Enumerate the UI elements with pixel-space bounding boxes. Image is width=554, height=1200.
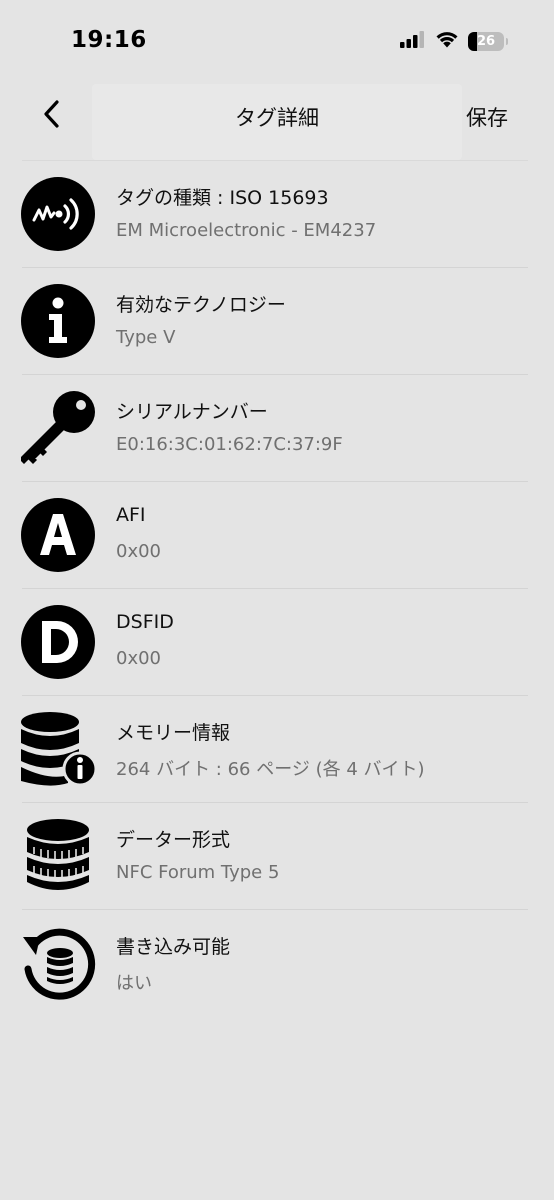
wifi-icon bbox=[435, 30, 459, 52]
item-value: 264 バイト : 66 ページ (各 4 バイト) bbox=[116, 759, 425, 780]
battery-level: 26 bbox=[476, 33, 496, 49]
letter-d-icon bbox=[20, 604, 96, 680]
item-value: はい bbox=[116, 973, 152, 994]
letter-a-icon bbox=[20, 497, 96, 573]
item-label: タグの種類 : ISO 15693 bbox=[116, 187, 329, 209]
save-button[interactable]: 保存 bbox=[466, 102, 508, 132]
list-item-dsfid[interactable]: DSFID 0x00 bbox=[20, 588, 528, 695]
database-info-icon bbox=[20, 711, 96, 787]
item-label: 書き込み可能 bbox=[116, 936, 231, 958]
nav-bar: タグ詳細 保存 bbox=[0, 84, 554, 160]
info-icon bbox=[20, 283, 96, 359]
item-label: シリアルナンバー bbox=[116, 401, 268, 423]
item-value: EM Microelectronic - EM4237 bbox=[116, 220, 377, 241]
item-value: NFC Forum Type 5 bbox=[116, 862, 280, 883]
list-item-memory-info[interactable]: メモリー情報 264 バイト : 66 ページ (各 4 バイト) bbox=[20, 695, 528, 802]
list-item-writable[interactable]: 書き込み可能 はい bbox=[22, 909, 528, 1016]
item-value: Type V bbox=[116, 327, 176, 348]
list-item-afi[interactable]: AFI 0x00 bbox=[20, 481, 528, 588]
status-time: 19:16 bbox=[71, 27, 147, 53]
list-item-serial-number[interactable]: シリアルナンバー E0:16:3C:01:62:7C:37:9F bbox=[20, 374, 528, 481]
item-label: DSFID bbox=[116, 611, 174, 633]
status-icons: 26 bbox=[400, 29, 508, 53]
battery-icon: 26 bbox=[468, 31, 504, 51]
item-label: 有効なテクノロジー bbox=[116, 294, 286, 316]
item-label: AFI bbox=[116, 504, 146, 526]
battery-tip bbox=[506, 37, 508, 45]
key-icon bbox=[20, 390, 96, 466]
database-icon bbox=[20, 818, 96, 894]
item-value: 0x00 bbox=[116, 648, 162, 669]
list-item-tag-type[interactable]: タグの種類 : ISO 15693 EM Microelectronic - E… bbox=[20, 160, 528, 267]
tag-info-list: タグの種類 : ISO 15693 EM Microelectronic - E… bbox=[0, 160, 554, 1016]
item-value: E0:16:3C:01:62:7C:37:9F bbox=[116, 434, 343, 455]
list-item-technology[interactable]: 有効なテクノロジー Type V bbox=[20, 267, 528, 374]
item-label: データー形式 bbox=[116, 829, 231, 851]
item-value: 0x00 bbox=[116, 541, 162, 562]
nfc-tag-icon bbox=[20, 176, 96, 252]
rewrite-database-icon bbox=[20, 925, 96, 1001]
status-bar: 19:16 26 bbox=[0, 0, 554, 84]
item-label: メモリー情報 bbox=[116, 722, 231, 744]
cellular-signal-icon bbox=[400, 30, 426, 52]
list-item-data-format[interactable]: データー形式 NFC Forum Type 5 bbox=[22, 802, 528, 909]
